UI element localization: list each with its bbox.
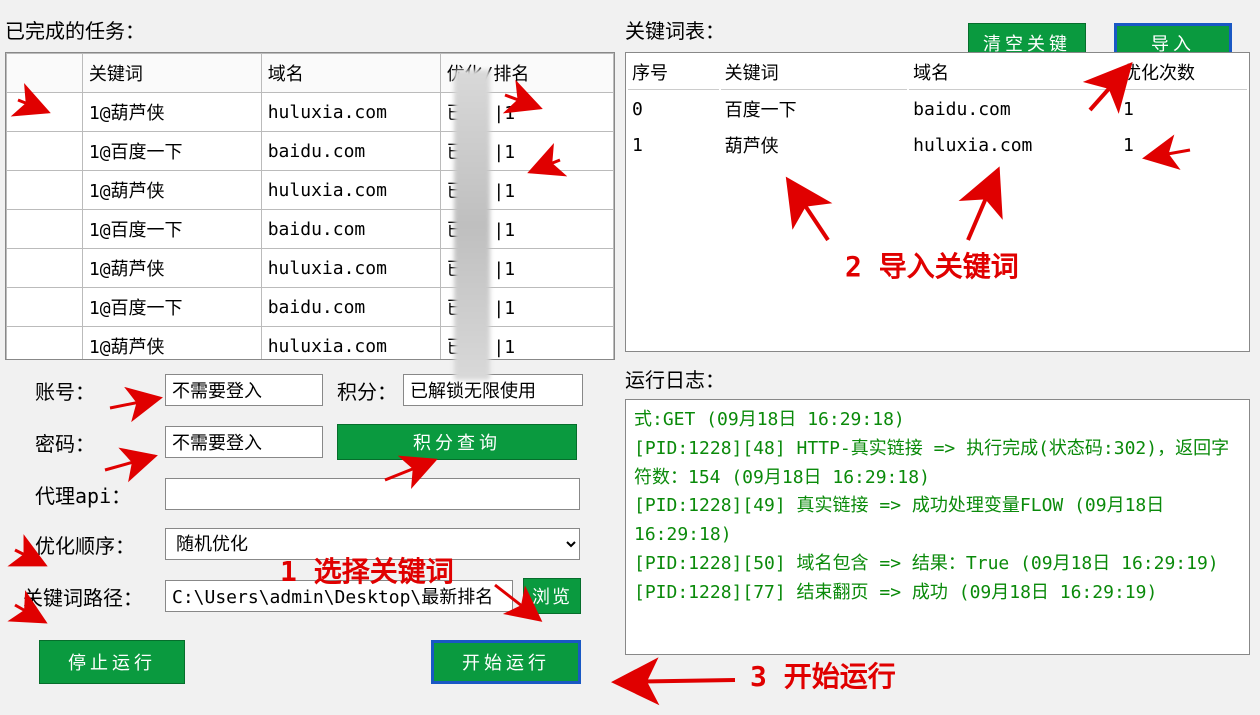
col-index[interactable]: 序号	[628, 55, 719, 90]
password-label: 密码：	[5, 428, 165, 457]
log-textarea[interactable]: 式:GET (09月18日 16:29:18)[PID:1228][48] HT…	[625, 399, 1250, 655]
proxy-api-label: 代理api：	[5, 480, 165, 509]
table-header-row: 序号 关键词 域名 优化次数	[628, 55, 1247, 90]
keyword-path-input[interactable]	[165, 580, 513, 612]
annotation-step3: 3 开始运行	[750, 655, 896, 695]
col-opt-count[interactable]: 优化次数	[1119, 55, 1247, 90]
account-label: 账号：	[5, 376, 165, 405]
cell: huluxia.com	[261, 93, 440, 132]
table-row[interactable]: 1@葫芦侠huluxia.com已优 |1	[7, 93, 614, 132]
col-domain[interactable]: 域名	[909, 55, 1117, 90]
password-input[interactable]	[165, 426, 323, 458]
cell	[7, 210, 83, 249]
table-row[interactable]: 1@百度一下baidu.com已优 |1	[7, 288, 614, 327]
completed-tasks-label: 已完成的任务：	[5, 15, 615, 44]
points-query-button[interactable]: 积分查询	[337, 424, 577, 460]
points-label: 积分：	[337, 376, 397, 405]
cell: huluxia.com	[261, 249, 440, 288]
table-row[interactable]: 1葫芦侠huluxia.com1	[628, 128, 1247, 162]
col-blank[interactable]	[7, 54, 83, 93]
keyword-table-scroll[interactable]: 序号 关键词 域名 优化次数 0百度一下baidu.com11葫芦侠huluxi…	[626, 53, 1249, 351]
log-label: 运行日志：	[625, 364, 1250, 393]
cell: baidu.com	[909, 92, 1117, 126]
table-header-row: 关键词 域名 优化/排名	[7, 54, 614, 93]
cell: 百度一下	[721, 92, 908, 126]
log-line: 式:GET (09月18日 16:29:18)	[634, 406, 1241, 435]
completed-tasks-table-wrap: 关键词 域名 优化/排名 1@葫芦侠huluxia.com已优 |11@百度一下…	[5, 52, 615, 360]
keyword-table: 序号 关键词 域名 优化次数 0百度一下baidu.com11葫芦侠huluxi…	[626, 53, 1249, 164]
cell: baidu.com	[261, 288, 440, 327]
cell	[7, 93, 83, 132]
keyword-table-wrap: 序号 关键词 域名 优化次数 0百度一下baidu.com11葫芦侠huluxi…	[625, 52, 1250, 352]
points-input[interactable]	[403, 374, 583, 406]
table-row[interactable]: 1@葫芦侠huluxia.com已优 |1	[7, 327, 614, 360]
cell: 葫芦侠	[721, 128, 908, 162]
keyword-path-label: 关键词路径：	[5, 582, 165, 611]
cell	[7, 132, 83, 171]
cell: 0	[628, 92, 719, 126]
cell: baidu.com	[261, 210, 440, 249]
browse-button[interactable]: 浏览	[523, 578, 581, 614]
cell: 1@葫芦侠	[82, 171, 261, 210]
cell: 1	[628, 128, 719, 162]
cell: baidu.com	[261, 132, 440, 171]
completed-tasks-table: 关键词 域名 优化/排名 1@葫芦侠huluxia.com已优 |11@百度一下…	[6, 53, 614, 359]
cell: 1@葫芦侠	[82, 93, 261, 132]
completed-tasks-scroll[interactable]: 关键词 域名 优化/排名 1@葫芦侠huluxia.com已优 |11@百度一下…	[6, 53, 614, 359]
start-button[interactable]: 开始运行	[431, 640, 581, 684]
cell: 1	[1119, 92, 1247, 126]
cell: huluxia.com	[909, 128, 1117, 162]
table-row[interactable]: 1@葫芦侠huluxia.com已优 |1	[7, 249, 614, 288]
table-row[interactable]: 0百度一下baidu.com1	[628, 92, 1247, 126]
log-line: [PID:1228][48] HTTP-真实链接 => 执行完成(状态码:302…	[634, 435, 1241, 493]
cell: huluxia.com	[261, 171, 440, 210]
cell: 1@百度一下	[82, 210, 261, 249]
table-row[interactable]: 1@葫芦侠huluxia.com已优 |1	[7, 171, 614, 210]
cell: 1@百度一下	[82, 132, 261, 171]
cell: 1@葫芦侠	[82, 327, 261, 360]
table-row[interactable]: 1@百度一下baidu.com已优 |1	[7, 210, 614, 249]
account-input[interactable]	[165, 374, 323, 406]
cell	[7, 327, 83, 360]
blur-overlay	[454, 70, 490, 380]
cell	[7, 288, 83, 327]
log-line: [PID:1228][49] 真实链接 => 成功处理变量FLOW (09月18…	[634, 492, 1241, 550]
cell: 1	[1119, 128, 1247, 162]
cell: 1@百度一下	[82, 288, 261, 327]
proxy-api-input[interactable]	[165, 478, 580, 510]
col-keyword[interactable]: 关键词	[721, 55, 908, 90]
cell: 1@葫芦侠	[82, 249, 261, 288]
optimize-order-select[interactable]: 随机优化	[165, 528, 580, 560]
col-keyword[interactable]: 关键词	[82, 54, 261, 93]
cell: huluxia.com	[261, 327, 440, 360]
col-domain[interactable]: 域名	[261, 54, 440, 93]
cell	[7, 249, 83, 288]
log-line: [PID:1228][50] 域名包含 => 结果：True (09月18日 1…	[634, 550, 1241, 579]
cell	[7, 171, 83, 210]
log-line: [PID:1228][77] 结束翻页 => 成功 (09月18日 16:29:…	[634, 579, 1241, 608]
table-row[interactable]: 1@百度一下baidu.com已优 |1	[7, 132, 614, 171]
optimize-order-label: 优化顺序：	[5, 530, 165, 559]
stop-button[interactable]: 停止运行	[39, 640, 185, 684]
